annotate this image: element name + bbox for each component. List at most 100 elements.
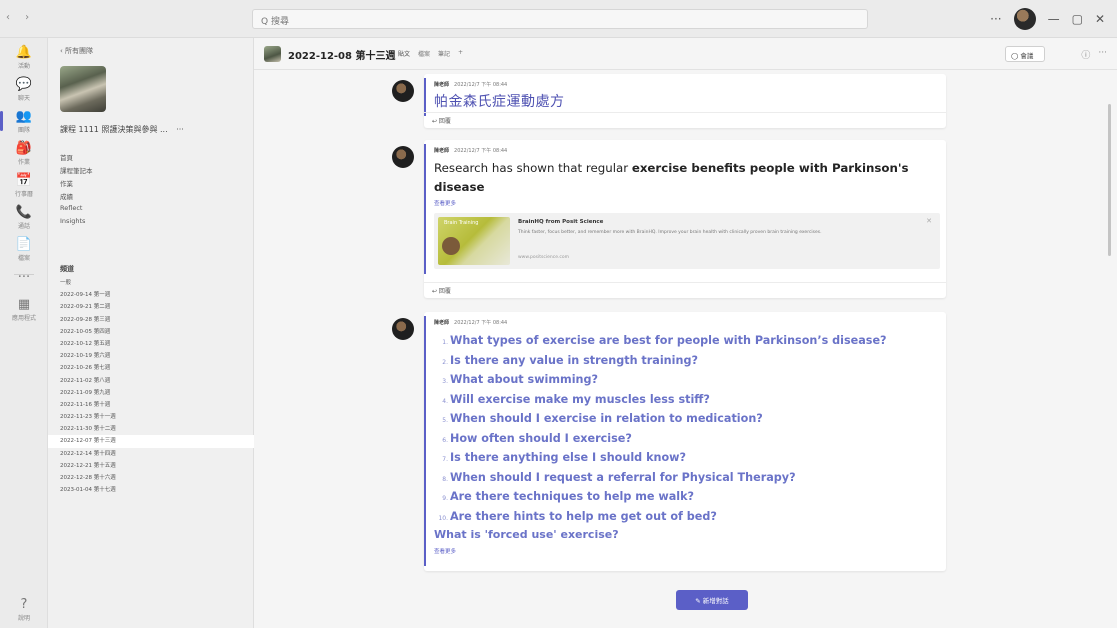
post-text-plain: Research has shown that regular	[434, 161, 632, 175]
activity-icon: 🔔	[15, 44, 33, 60]
post-time: 2022/12/7 下午 08:44	[454, 82, 508, 88]
question-text: Is there any value in strength training?	[450, 353, 698, 367]
help-icon: ?	[20, 596, 28, 612]
tab-files[interactable]: 檔案	[418, 49, 430, 58]
apps-icon: ▦	[17, 296, 31, 312]
question-item[interactable]: 4. Will exercise make my muscles less sti…	[434, 390, 938, 410]
channel-item[interactable]: 2022-10-05 第四週	[48, 326, 254, 338]
rail-teams[interactable]: 👥 團隊	[0, 106, 44, 136]
rail-chat[interactable]: 💬 聊天	[4, 74, 44, 104]
teams-icon: 👥	[15, 108, 33, 124]
team-name[interactable]: 課程 1111 照護決策與參與 ... ···	[60, 124, 250, 135]
question-item[interactable]: 10. Are there hints to help me get out of…	[434, 507, 938, 527]
channel-item[interactable]: 2022-12-21 第十五週	[48, 460, 254, 472]
post-time: 2022/12/7 下午 08:44	[454, 148, 508, 154]
new-conversation-button[interactable]: ✎ 新增對話	[676, 590, 748, 610]
see-more-link[interactable]: 查看更多	[434, 199, 938, 207]
post-accent-bar	[424, 144, 426, 274]
question-item[interactable]: 6. How often should I exercise?	[434, 429, 938, 449]
add-tab-button[interactable]: +	[458, 49, 463, 58]
rail-label: 團隊	[17, 126, 30, 134]
question-item[interactable]: 1. What types of exercise are best for pe…	[434, 331, 938, 351]
reply-button[interactable]: ↩ 回覆	[424, 282, 946, 298]
channel-item[interactable]: 2022-10-19 第六週	[48, 350, 254, 362]
rail-activity[interactable]: 🔔 活動	[4, 42, 44, 72]
channel-item[interactable]: 2022-11-09 第九週	[48, 387, 254, 399]
question-item[interactable]: 3. What about swimming?	[434, 370, 938, 390]
channel-item[interactable]: 2022-11-23 第十一週	[48, 411, 254, 423]
see-more-link[interactable]: 查看更多	[434, 547, 938, 555]
rail-label: 檔案	[17, 254, 30, 262]
channel-item[interactable]: 2022-12-14 第十四週	[48, 448, 254, 460]
question-list: 1. What types of exercise are best for pe…	[434, 331, 938, 526]
question-item[interactable]: 9. Are there techniques to help me walk?	[434, 487, 938, 507]
team-link-notebook[interactable]: 課程筆記本	[60, 165, 93, 178]
team-link-grades[interactable]: 成績	[60, 191, 93, 204]
question-text: Is there anything else I should know?	[450, 451, 686, 464]
all-teams-link[interactable]: ‹ 所有團隊	[60, 46, 93, 56]
rail-help[interactable]: ? 說明	[4, 594, 44, 624]
scrollbar[interactable]	[1108, 104, 1111, 256]
tab-notes[interactable]: 筆記	[438, 49, 450, 58]
forced-use-link[interactable]: What is 'forced use' exercise?	[434, 528, 938, 541]
channel-item[interactable]: 2022-10-26 第七週	[48, 362, 254, 374]
rail-calls[interactable]: 📞 通話	[4, 202, 44, 232]
title-bar: ‹ › Q 搜尋 ··· — ▢ ✕	[0, 0, 1117, 38]
channel-item[interactable]: 2023-01-04 第十七週	[48, 484, 254, 496]
preview-title[interactable]: BrainHQ from Posit Science	[518, 219, 603, 225]
channel-item[interactable]: 2022-11-30 第十二週	[48, 423, 254, 435]
question-number: 7.	[442, 456, 448, 463]
rail-label: 應用程式	[11, 314, 36, 322]
channel-item[interactable]: 2022-11-02 第八週	[48, 375, 254, 387]
close-preview-icon[interactable]: ✕	[926, 217, 932, 225]
calendar-icon: 📅	[15, 172, 33, 188]
rail-label: 行事曆	[14, 190, 33, 198]
post-accent-bar	[424, 316, 426, 566]
search-input[interactable]: Q 搜尋	[252, 9, 868, 29]
tab-posts[interactable]: 貼文	[398, 49, 410, 58]
rail-files[interactable]: 📄 檔案	[4, 234, 44, 264]
author-avatar[interactable]	[392, 146, 414, 168]
team-link-reflect[interactable]: Reflect	[60, 204, 93, 217]
more-icon[interactable]: ···	[1098, 48, 1107, 61]
author-avatar[interactable]	[392, 80, 414, 102]
reply-button[interactable]: ↩ 回覆	[424, 112, 946, 128]
team-more-icon[interactable]: ···	[176, 125, 184, 134]
rail-calendar[interactable]: 📅 行事曆	[4, 170, 44, 200]
rail-more[interactable]: ···	[4, 262, 44, 292]
question-number: 5.	[442, 417, 448, 424]
channel-item[interactable]: 2022-12-07 第十三週	[48, 435, 254, 448]
team-link-assignments[interactable]: 作業	[60, 178, 93, 191]
close-icon[interactable]: ✕	[1095, 12, 1105, 26]
post-link[interactable]: 帕金森氏症運動處方	[434, 91, 938, 111]
team-link-insights[interactable]: Insights	[60, 217, 93, 230]
channel-item[interactable]: 2022-10-12 第五週	[48, 338, 254, 350]
channel-item[interactable]: 2022-09-14 第一週	[48, 289, 254, 301]
question-item[interactable]: 2. Is there any value in strength trainin…	[434, 351, 938, 371]
channels-heading: 頻道	[60, 265, 74, 273]
rail-assignments[interactable]: 🎒 作業	[4, 138, 44, 168]
question-item[interactable]: 5. When should I exercise in relation to …	[434, 409, 938, 429]
more-options-icon[interactable]: ···	[990, 12, 1001, 26]
meet-button[interactable]: ◯ 會議	[1005, 46, 1045, 62]
question-item[interactable]: 7. Is there anything else I should know?	[434, 448, 938, 468]
author-avatar[interactable]	[392, 318, 414, 340]
window-controls: ··· — ▢ ✕	[990, 8, 1105, 30]
maximize-icon[interactable]: ▢	[1072, 12, 1083, 26]
channel-item[interactable]: 2022-09-21 第二週	[48, 301, 254, 313]
post-meta: 陳老師 2022/12/7 下午 08:44	[434, 319, 938, 328]
profile-avatar[interactable]	[1013, 8, 1036, 30]
nav-arrows[interactable]: ‹ ›	[6, 12, 35, 23]
question-item[interactable]: 8. When should I request a referral for P…	[434, 468, 938, 488]
channel-item[interactable]: 2022-11-16 第十週	[48, 399, 254, 411]
question-number: 9.	[442, 495, 448, 502]
chat-icon: 💬	[15, 76, 33, 92]
channel-item[interactable]: 一般	[48, 277, 254, 289]
link-preview-card[interactable]: Brain Training BrainHQ from Posit Scienc…	[434, 213, 940, 269]
channel-item[interactable]: 2022-09-28 第三週	[48, 314, 254, 326]
minimize-icon[interactable]: —	[1048, 12, 1060, 26]
team-link-home[interactable]: 首頁	[60, 152, 93, 165]
rail-apps[interactable]: ▦ 應用程式	[4, 294, 44, 324]
info-icon[interactable]: ⓘ	[1081, 48, 1090, 61]
channel-item[interactable]: 2022-12-28 第十六週	[48, 472, 254, 484]
